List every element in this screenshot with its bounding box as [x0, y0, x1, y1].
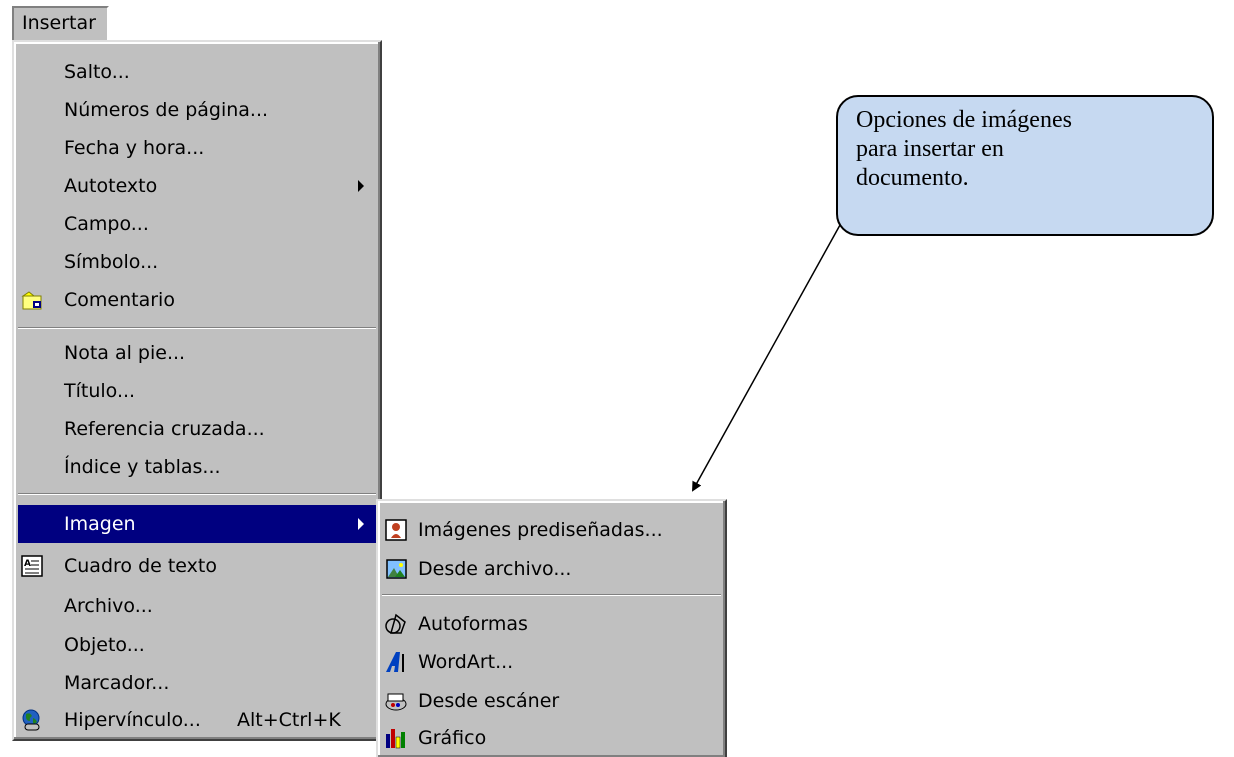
- callout-note: Opciones de imágenes para insertar en do…: [836, 95, 1214, 236]
- callout-line: documento.: [856, 165, 969, 191]
- callout-line: Opciones de imágenes: [856, 107, 1072, 133]
- callout-line: para insertar en: [856, 136, 1004, 162]
